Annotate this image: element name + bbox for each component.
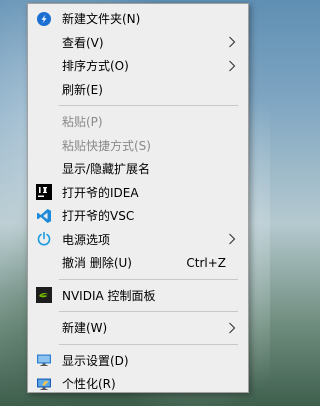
- menu-item-查看[interactable]: 查看(V): [28, 31, 248, 55]
- new-folder-icon: [36, 11, 52, 27]
- chevron-right-icon: [228, 233, 236, 245]
- menu-item-显示设置[interactable]: 显示设置(D): [28, 349, 248, 373]
- menu-item-打开爷的idea[interactable]: 打开爷的IDEA: [28, 181, 248, 205]
- chevron-right-icon: [228, 36, 236, 48]
- menu-item-粘贴快捷方式: 粘贴快捷方式(S): [28, 134, 248, 158]
- desktop-context-menu: 新建文件夹(N) 查看(V) 排序方式(O) 刷新(E) 粘贴(P) 粘贴快捷方式(S) 显…: [27, 3, 249, 393]
- intellij-idea-icon: [36, 184, 52, 201]
- vscode-icon: [36, 208, 52, 224]
- menu-item-shortcut: Ctrl+Z: [186, 255, 226, 270]
- personalize-icon: [36, 376, 52, 392]
- chevron-right-icon: [228, 60, 236, 72]
- nvidia-icon: [36, 287, 52, 304]
- display-settings-icon: [36, 352, 52, 368]
- chevron-right-icon: [228, 322, 236, 334]
- menu-item-label: 新建文件夹(N): [62, 12, 141, 27]
- menu-item-label: 打开爷的VSC: [62, 209, 135, 224]
- menu-separator: [59, 278, 238, 280]
- menu-item-label: 新建(W): [62, 321, 108, 336]
- menu-item-nvidia-控制面板[interactable]: NVIDIA 控制面板: [28, 284, 248, 308]
- menu-item-排序方式[interactable]: 排序方式(O): [28, 54, 248, 78]
- menu-item-label: 粘贴快捷方式(S): [62, 138, 151, 153]
- menu-item-label: 显示/隐藏扩展名: [62, 162, 151, 177]
- menu-item-label: 显示设置(D): [62, 353, 129, 368]
- menu-item-个性化[interactable]: 个性化(R): [28, 372, 248, 396]
- menu-item-电源选项[interactable]: 电源选项: [28, 228, 248, 252]
- menu-item-label: 刷新(E): [62, 82, 103, 97]
- menu-item-显示-隐藏扩展名[interactable]: 显示/隐藏扩展名: [28, 157, 248, 181]
- menu-item-label: 撤消 删除(U): [62, 256, 132, 271]
- menu-item-label: 电源选项: [62, 232, 111, 247]
- menu-item-label: 查看(V): [62, 35, 104, 50]
- menu-item-新建文件夹[interactable]: 新建文件夹(N): [28, 7, 248, 31]
- menu-item-label: NVIDIA 控制面板: [62, 288, 156, 303]
- menu-item-刷新[interactable]: 刷新(E): [28, 78, 248, 102]
- menu-separator: [59, 343, 238, 345]
- menu-item-label: 排序方式(O): [62, 59, 129, 74]
- menu-item-新建[interactable]: 新建(W): [28, 316, 248, 340]
- menu-item-撤消-删除[interactable]: 撤消 删除(U) Ctrl+Z: [28, 251, 248, 275]
- menu-item-label: 个性化(R): [62, 377, 116, 392]
- menu-item-粘贴: 粘贴(P): [28, 110, 248, 134]
- menu-item-label: 打开爷的IDEA: [62, 185, 139, 200]
- menu-separator: [59, 311, 238, 312]
- menu-item-label: 粘贴(P): [62, 115, 103, 130]
- menu-item-打开爷的vsc[interactable]: 打开爷的VSC: [28, 204, 248, 228]
- power-icon: [36, 231, 52, 247]
- menu-separator: [59, 105, 238, 106]
